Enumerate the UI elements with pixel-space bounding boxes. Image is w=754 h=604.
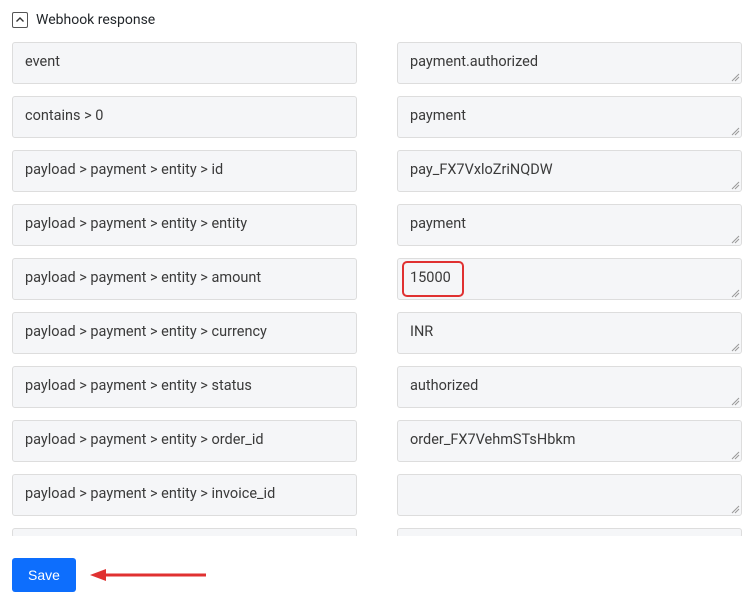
value-input[interactable]: payment.authorized [397, 42, 742, 84]
value-text: 15000 [410, 269, 451, 286]
value-text: payment.authorized [410, 53, 538, 70]
value-text: payment [410, 107, 466, 124]
value-input[interactable]: 15000 [397, 258, 742, 300]
collapse-toggle[interactable] [12, 12, 28, 28]
value-input-partial[interactable] [397, 528, 742, 536]
resize-handle-icon [730, 450, 740, 460]
key-input[interactable]: contains > 0 [12, 96, 357, 138]
value-text: pay_FX7VxloZriNQDW [410, 161, 553, 178]
table-row: payload > payment > entity > order_id or… [12, 420, 742, 462]
value-text: order_FX7VehmSTsHbkm [410, 431, 575, 448]
table-row: payload > payment > entity > currency IN… [12, 312, 742, 354]
key-input[interactable]: payload > payment > entity > id [12, 150, 357, 192]
resize-handle-icon [730, 180, 740, 190]
value-input[interactable]: INR [397, 312, 742, 354]
table-row: payload > payment > entity > status auth… [12, 366, 742, 408]
save-button[interactable]: Save [12, 558, 76, 592]
resize-handle-icon [730, 396, 740, 406]
resize-handle-icon [730, 288, 740, 298]
key-input-partial[interactable] [12, 528, 357, 536]
value-text: authorized [410, 377, 478, 394]
value-input[interactable] [397, 474, 742, 516]
chevron-up-icon [16, 17, 24, 23]
key-input[interactable]: payload > payment > entity > entity [12, 204, 357, 246]
resize-handle-icon [730, 342, 740, 352]
value-input[interactable]: pay_FX7VxloZriNQDW [397, 150, 742, 192]
key-input[interactable]: payload > payment > entity > status [12, 366, 357, 408]
table-row: contains > 0 payment [12, 96, 742, 138]
table-row: payload > payment > entity > id pay_FX7V… [12, 150, 742, 192]
key-input[interactable]: payload > payment > entity > order_id [12, 420, 357, 462]
value-text: payment [410, 215, 466, 232]
left-arrow-annotation [88, 566, 208, 584]
footer: Save [12, 558, 742, 592]
resize-handle-icon [730, 234, 740, 244]
row-cutoff [12, 528, 742, 536]
value-input[interactable]: payment [397, 204, 742, 246]
table-row: payload > payment > entity > amount 1500… [12, 258, 742, 300]
key-input[interactable]: event [12, 42, 357, 84]
resize-handle-icon [730, 126, 740, 136]
value-input[interactable]: order_FX7VehmSTsHbkm [397, 420, 742, 462]
table-row: event payment.authorized [12, 42, 742, 84]
table-row: payload > payment > entity > invoice_id [12, 474, 742, 516]
key-input[interactable]: payload > payment > entity > amount [12, 258, 357, 300]
section-header: Webhook response [12, 12, 742, 28]
value-text: INR [410, 323, 433, 340]
response-rows: event payment.authorized contains > 0 pa… [12, 42, 742, 516]
value-input[interactable]: payment [397, 96, 742, 138]
table-row: payload > payment > entity > entity paym… [12, 204, 742, 246]
section-title: Webhook response [36, 12, 155, 28]
key-input[interactable]: payload > payment > entity > currency [12, 312, 357, 354]
resize-handle-icon [730, 72, 740, 82]
resize-handle-icon [730, 504, 740, 514]
value-input[interactable]: authorized [397, 366, 742, 408]
key-input[interactable]: payload > payment > entity > invoice_id [12, 474, 357, 516]
